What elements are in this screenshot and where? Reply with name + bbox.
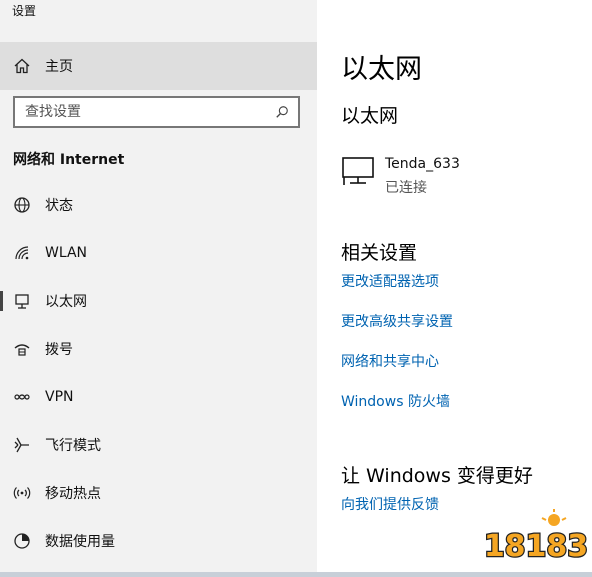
taskbar-edge (0, 572, 592, 577)
windows-firewall-link[interactable]: Windows 防火墙 (341, 391, 450, 411)
ethernet-icon (12, 291, 32, 311)
sidebar-item-status[interactable]: 状态 (0, 181, 317, 229)
app-title: 设置 (12, 4, 37, 18)
sidebar-item-label: VPN (45, 389, 74, 405)
sidebar-item-label: 飞行模式 (45, 438, 101, 454)
watermark-text: 18183 (484, 529, 588, 564)
ethernet-section-title: 以太网 (341, 105, 399, 127)
sidebar-item-label: 状态 (45, 198, 73, 214)
sidebar-item-home[interactable]: 主页 (0, 42, 317, 90)
network-adapter-icon[interactable] (341, 156, 375, 186)
sidebar-item-vpn[interactable]: VPN (0, 373, 317, 421)
network-sharing-center-link[interactable]: 网络和共享中心 (341, 351, 439, 371)
search-icon[interactable] (272, 102, 292, 122)
related-settings-title: 相关设置 (341, 242, 418, 264)
airplane-icon (12, 435, 32, 455)
sidebar: 设置 主页 网络和 Internet 状态 WLAN 以太网 (0, 0, 317, 577)
search-input[interactable] (15, 104, 272, 120)
sidebar-item-label: 主页 (45, 59, 73, 75)
change-advanced-sharing-link[interactable]: 更改高级共享设置 (341, 311, 453, 331)
sidebar-item-data-usage[interactable]: 数据使用量 (0, 517, 317, 565)
network-status: 已连接 (385, 180, 427, 196)
home-icon (12, 56, 32, 76)
give-feedback-link[interactable]: 向我们提供反馈 (341, 494, 439, 514)
sidebar-item-label: 拨号 (45, 342, 73, 358)
page-title: 以太网 (341, 54, 422, 85)
watermark-logo: 18183 (483, 508, 589, 566)
main-content: 以太网 以太网 Tenda_633 已连接 相关设置 更改适配器选项 更改高级共… (317, 0, 592, 577)
vpn-icon (12, 387, 32, 407)
sidebar-item-label: WLAN (45, 245, 88, 261)
network-name[interactable]: Tenda_633 (385, 156, 460, 172)
sidebar-item-label: 以太网 (45, 294, 87, 310)
sidebar-item-mobile-hotspot[interactable]: 移动热点 (0, 469, 317, 517)
sidebar-item-label: 数据使用量 (45, 534, 115, 550)
globe-icon (12, 195, 32, 215)
data-usage-icon (12, 531, 32, 551)
improve-windows-title: 让 Windows 变得更好 (341, 465, 533, 487)
dialup-icon (12, 339, 32, 359)
sidebar-item-airplane-mode[interactable]: 飞行模式 (0, 421, 317, 469)
search-box[interactable] (13, 96, 300, 128)
change-adapter-options-link[interactable]: 更改适配器选项 (341, 271, 439, 291)
sidebar-item-ethernet[interactable]: 以太网 (0, 277, 317, 325)
sidebar-item-wlan[interactable]: WLAN (0, 229, 317, 277)
hotspot-icon (12, 483, 32, 503)
sidebar-section-title: 网络和 Internet (13, 152, 125, 168)
wifi-icon (12, 243, 32, 263)
sidebar-item-label: 移动热点 (45, 486, 101, 502)
sidebar-item-dialup[interactable]: 拨号 (0, 325, 317, 373)
